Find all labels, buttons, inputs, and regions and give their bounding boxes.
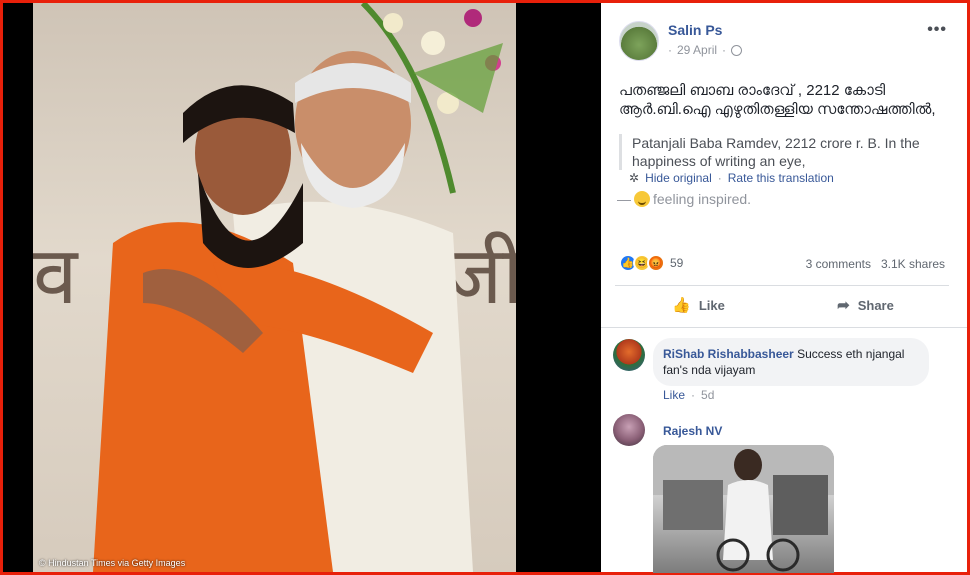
meta-dot: ·	[722, 43, 727, 57]
post-text: പതഞ്ജലി ബാബ രാംദേവ് , 2212 കോടി ആർ.ബി.ഐ …	[619, 82, 936, 118]
meta-dot: ·	[668, 43, 672, 57]
feeling-status: — feeling inspired.	[617, 191, 751, 207]
post-translation: Patanjali Baba Ramdev, 2212 crore r. B. …	[619, 134, 949, 170]
more-options-icon[interactable]: •••	[927, 21, 947, 39]
author-avatar[interactable]	[619, 21, 659, 61]
reaction-count: 59	[670, 256, 684, 270]
hide-original-link[interactable]: Hide original	[645, 171, 712, 185]
gear-icon[interactable]: ✲	[629, 171, 639, 185]
comment-bubble: RiShab Rishabbasheer Success eth njangal…	[653, 338, 929, 386]
post-photo[interactable]: व जी © Hindustan Times via Getty Images	[33, 3, 516, 572]
post-date[interactable]: 29 April	[677, 43, 717, 57]
share-arrow-icon: ➦	[837, 297, 850, 314]
comment-actions: Like · 5d	[663, 388, 714, 402]
comments-count[interactable]: 3 comments	[806, 257, 871, 271]
angry-reaction-icon: 😡	[647, 254, 665, 272]
commenter-name[interactable]: RiShab Rishabbasheer	[663, 347, 794, 361]
photo-illustration: व जी	[33, 3, 516, 572]
post-author[interactable]: Salin Ps	[668, 22, 722, 38]
feeling-text: feeling inspired.	[653, 191, 752, 207]
feeling-emoji-icon	[634, 191, 650, 207]
share-button[interactable]: ➦ Share	[782, 288, 949, 322]
like-button[interactable]: 👍 Like	[615, 288, 782, 322]
like-label: Like	[698, 297, 725, 313]
separator: ·	[691, 388, 696, 402]
feeling-dash: —	[617, 191, 631, 207]
comment-image[interactable]	[653, 445, 834, 573]
shares-count[interactable]: 3.1K shares	[881, 257, 945, 271]
thumbs-up-icon: 👍	[672, 297, 691, 314]
commenter-avatar[interactable]	[613, 414, 645, 446]
translation-links: ✲ Hide original · Rate this translation	[629, 171, 834, 185]
post-sidebar: Salin Ps · 29 April · ••• പതഞ്ജലി ബാബ രാ…	[601, 3, 967, 573]
comment-image-illustration	[653, 445, 834, 572]
separator: ·	[717, 171, 722, 185]
globe-icon[interactable]	[731, 44, 743, 56]
photo-credit: © Hindustan Times via Getty Images	[39, 558, 186, 568]
commenter-name[interactable]: Rajesh NV	[663, 424, 722, 438]
commenter-avatar[interactable]	[613, 339, 645, 371]
comment-like-link[interactable]: Like	[663, 388, 685, 402]
reaction-summary[interactable]: 👍 😆 😡 59	[619, 254, 683, 272]
engagement-counts: 3 comments 3.1K shares	[806, 257, 945, 271]
post-meta: · 29 April ·	[668, 43, 743, 57]
comments-section: RiShab Rishabbasheer Success eth njangal…	[601, 327, 967, 573]
backdrop-letter-left: व	[33, 233, 79, 321]
rate-translation-link[interactable]: Rate this translation	[728, 171, 834, 185]
share-label: Share	[857, 297, 894, 313]
divider	[615, 285, 949, 286]
post-actions: 👍 Like ➦ Share	[615, 288, 949, 322]
photo-viewer: व जी © Hindustan Times via Getty Images	[3, 3, 601, 572]
comment-time[interactable]: 5d	[701, 388, 714, 402]
